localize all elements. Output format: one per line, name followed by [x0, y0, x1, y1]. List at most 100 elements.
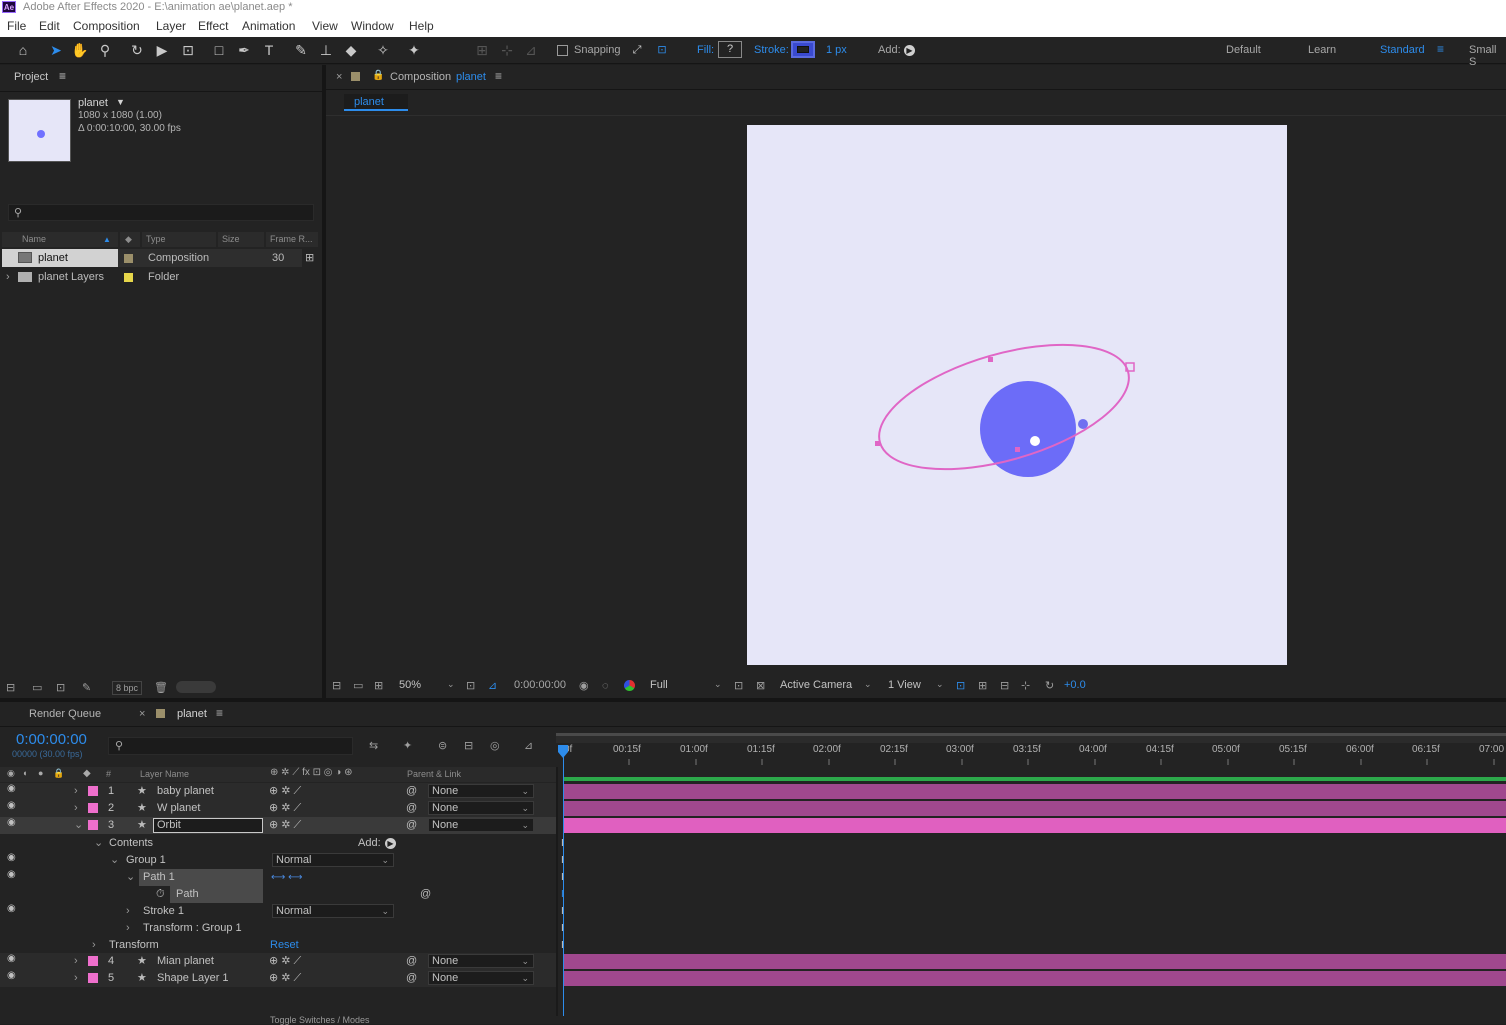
- snapping-checkbox[interactable]: [557, 45, 568, 56]
- property-row[interactable]: ⌄ Contents Add: ▶: [0, 835, 556, 852]
- fill-swatch[interactable]: ?: [718, 41, 742, 58]
- workspace-default[interactable]: Default: [1226, 44, 1261, 56]
- project-comp-dropdown-icon[interactable]: ▼: [116, 97, 125, 107]
- layer-duration-bar[interactable]: [564, 784, 1506, 799]
- menu-view[interactable]: View: [312, 19, 338, 33]
- menu-animation[interactable]: Animation: [242, 19, 295, 33]
- snapshot-icon[interactable]: ◉: [579, 679, 589, 693]
- layer-name-edit-field[interactable]: Orbit: [153, 818, 263, 833]
- layer-name[interactable]: Shape Layer 1: [157, 970, 229, 987]
- layer-duration-bar[interactable]: [564, 801, 1506, 816]
- transparency-grid-icon[interactable]: ⊠: [756, 679, 765, 693]
- puppet-pin-tool-icon[interactable]: ✦: [404, 41, 424, 59]
- pick-whip-icon[interactable]: @: [406, 953, 417, 970]
- new-composition-icon[interactable]: ⊡: [56, 681, 65, 695]
- monitor-icon[interactable]: ▭: [353, 679, 363, 693]
- layer-duration-bar[interactable]: [564, 954, 1506, 969]
- add-menu-icon[interactable]: ▶: [385, 838, 396, 849]
- switches-header-icons[interactable]: ⊕ ✲ ⟋ fx ⊡ ◎ ◑ ⊛: [270, 767, 353, 778]
- keyframe-marker[interactable]: I: [561, 923, 566, 935]
- baby-planet[interactable]: [1078, 419, 1088, 429]
- axis-view-icon[interactable]: ⊿: [521, 41, 541, 59]
- main-planet[interactable]: [980, 381, 1076, 477]
- label-column-icon[interactable]: ◆: [83, 768, 91, 779]
- layer-label-swatch[interactable]: [88, 956, 98, 966]
- keyframe-marker[interactable]: I: [561, 855, 566, 867]
- blend-mode-dropdown[interactable]: Normal ⌄: [272, 904, 394, 918]
- parent-dropdown[interactable]: None ⌄: [428, 954, 534, 968]
- expand-chevron-icon[interactable]: ›: [74, 783, 78, 800]
- exposure-value[interactable]: +0.0: [1064, 679, 1086, 691]
- menu-edit[interactable]: Edit: [39, 19, 60, 33]
- roto-brush-tool-icon[interactable]: ✧: [373, 41, 393, 59]
- property-row[interactable]: ◉ › Stroke 1 Normal ⌄: [0, 903, 556, 920]
- keyframe-marker[interactable]: I: [561, 838, 566, 850]
- draft-3d-icon[interactable]: ⊞: [978, 679, 987, 693]
- layer-label-swatch[interactable]: [88, 973, 98, 983]
- layer-row[interactable]: ◉ › 4 ★ Mian planet ⊕ ✲ ⟋ @ None ⌄: [0, 953, 556, 970]
- project-col-type[interactable]: Type: [142, 232, 216, 247]
- keyframe-marker[interactable]: I: [561, 940, 566, 952]
- menu-layer[interactable]: Layer: [156, 19, 186, 33]
- keyframe-marker[interactable]: I: [561, 872, 566, 884]
- project-col-framerate[interactable]: Frame R...: [266, 232, 318, 247]
- timeline-menu-icon[interactable]: ≡: [216, 706, 223, 720]
- layer-row[interactable]: ◉ › 2 ★ W planet ⊕ ✲ ⟋ @ None ⌄: [0, 800, 556, 817]
- close-tab-icon[interactable]: ×: [336, 71, 342, 83]
- chevron-down-icon[interactable]: ⌄: [447, 679, 455, 690]
- layer-switches[interactable]: ⊕ ✲ ⟋: [269, 800, 301, 817]
- project-col-name[interactable]: Name ▲: [2, 232, 118, 247]
- eye-icon[interactable]: ◉: [7, 817, 19, 829]
- project-item-planet-layers[interactable]: › planet Layers Folder: [2, 268, 302, 286]
- vr-icon[interactable]: ⊞: [374, 679, 383, 693]
- menu-window[interactable]: Window: [351, 19, 394, 33]
- menu-composition[interactable]: Composition: [73, 19, 140, 33]
- parent-dropdown[interactable]: None ⌄: [428, 801, 534, 815]
- draft-3d-icon[interactable]: ✦: [403, 739, 412, 753]
- label-swatch[interactable]: [124, 254, 133, 263]
- keyframe-marker[interactable]: I: [561, 889, 566, 901]
- reset-link[interactable]: Reset: [270, 937, 299, 954]
- work-area-range[interactable]: [556, 733, 1506, 736]
- label-swatch[interactable]: [124, 273, 133, 282]
- expand-chevron-icon[interactable]: ›: [92, 937, 96, 954]
- new-folder-icon[interactable]: ▭: [32, 681, 42, 695]
- trash-icon[interactable]: 🗑: [154, 681, 168, 695]
- expand-chevron-icon[interactable]: ›: [74, 970, 78, 987]
- layer-switches[interactable]: ⊕ ✲ ⟋: [269, 817, 301, 834]
- audio-switch-icon[interactable]: ◖: [22, 768, 27, 778]
- chevron-down-icon[interactable]: ⌄: [714, 679, 722, 690]
- path-vertex[interactable]: [875, 441, 880, 446]
- path-vertex[interactable]: [1015, 447, 1020, 452]
- channel-icon[interactable]: [624, 680, 635, 691]
- video-switch-icon[interactable]: ◉: [7, 768, 15, 779]
- menu-help[interactable]: Help: [409, 19, 434, 33]
- project-tab[interactable]: Project: [14, 71, 48, 83]
- collapse-chevron-icon[interactable]: ⌄: [74, 817, 83, 834]
- collapse-chevron-icon[interactable]: ⌄: [126, 869, 135, 886]
- workspace-standard[interactable]: Standard: [1380, 44, 1425, 56]
- close-tab-icon[interactable]: ×: [139, 708, 145, 720]
- layer-duration-bar-selected[interactable]: [564, 818, 1506, 833]
- comp-subtab[interactable]: planet: [344, 94, 408, 111]
- pick-whip-icon[interactable]: @: [406, 800, 417, 817]
- render-queue-tab[interactable]: Render Queue: [29, 708, 101, 720]
- thumbnail-size-slider[interactable]: [176, 681, 216, 693]
- show-snapshot-icon[interactable]: ◌: [602, 679, 609, 693]
- magnification-dropdown[interactable]: 50%: [399, 679, 421, 691]
- pick-whip-icon[interactable]: @: [420, 886, 431, 903]
- graph-editor-icon[interactable]: ⊿: [524, 739, 533, 753]
- viewer-timecode[interactable]: 0:00:00:00: [514, 679, 566, 691]
- layer-row-selected[interactable]: ◉ ⌄ 3 ★ Orbit ⊕ ✲ ⟋ @ None ⌄: [0, 817, 556, 834]
- eye-icon[interactable]: ◉: [7, 800, 19, 812]
- pick-whip-icon[interactable]: @: [406, 970, 417, 987]
- home-icon[interactable]: ⌂: [13, 41, 33, 59]
- zoom-tool-icon[interactable]: ⚲: [95, 41, 115, 59]
- axis-local-icon[interactable]: ⊞: [472, 41, 492, 59]
- lock-icon[interactable]: 🔒: [372, 70, 384, 81]
- pen-tool-icon[interactable]: ✒: [234, 41, 254, 59]
- resolution-dropdown[interactable]: Full: [650, 679, 668, 691]
- adjust-settings-icon[interactable]: ✎: [82, 681, 91, 695]
- layer-label-swatch[interactable]: [88, 786, 98, 796]
- shy-icon[interactable]: ⊜: [438, 739, 447, 753]
